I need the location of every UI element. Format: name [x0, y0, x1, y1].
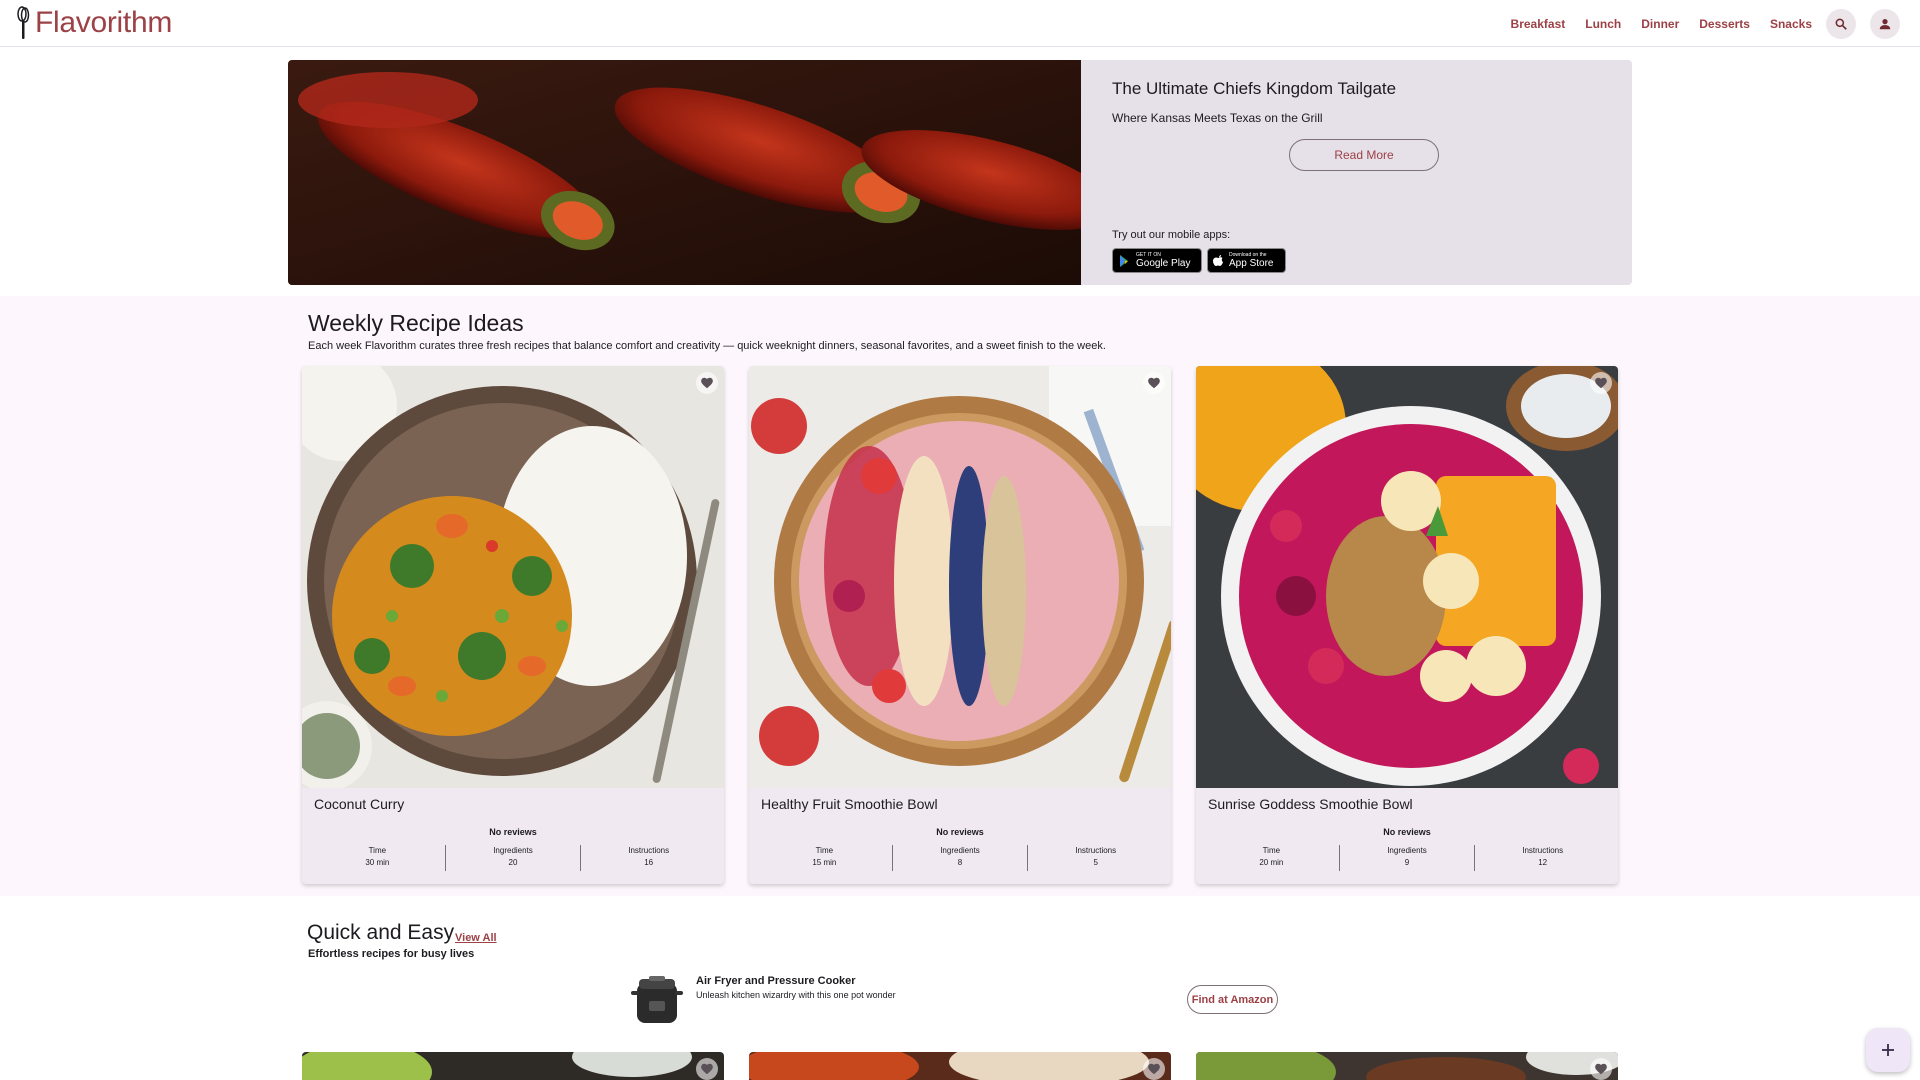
recipe-image[interactable] — [749, 1052, 1171, 1080]
favorite-button[interactable] — [696, 372, 718, 394]
heart-icon — [1595, 1063, 1607, 1075]
stat-value: 20 — [508, 858, 518, 867]
search-icon — [1835, 18, 1847, 30]
weekly-recipes-section: Weekly Recipe Ideas Each week Flavorithm… — [0, 296, 1920, 896]
stat-label: Time — [815, 846, 834, 855]
stat-time: Time 30 min — [310, 845, 445, 871]
whisk-logo-icon — [17, 6, 30, 39]
quick-easy-title: Quick and Easy — [307, 921, 455, 944]
app-store-text: App Store — [1229, 258, 1274, 269]
stat-ingredients: Ingredients 9 — [1338, 845, 1475, 871]
hero-subtitle: Where Kansas Meets Texas on the Grill — [1112, 111, 1323, 125]
recipe-name: Coconut Curry — [314, 796, 405, 812]
recipe-image[interactable] — [302, 366, 724, 788]
recipe-card[interactable]: Healthy Fruit Smoothie Bowl No reviews T… — [749, 366, 1171, 884]
recipe-reviews: No reviews — [1383, 827, 1431, 837]
stat-label: Instructions — [628, 846, 670, 855]
nav-lunch[interactable]: Lunch — [1585, 17, 1621, 31]
recipe-image[interactable] — [749, 366, 1171, 788]
promo-subtitle: Unleash kitchen wizardry with this one p… — [696, 990, 896, 1000]
google-play-text: Google Play — [1136, 258, 1191, 269]
hero-image[interactable] — [288, 60, 1081, 285]
heart-icon — [1595, 377, 1607, 389]
apple-icon — [1213, 254, 1223, 266]
recipe-image[interactable] — [1196, 1052, 1618, 1080]
nav-dinner[interactable]: Dinner — [1641, 17, 1679, 31]
recipe-card[interactable]: Coconut Curry No reviews Time 30 min Ingr… — [302, 366, 724, 884]
find-at-amazon-button[interactable]: Find at Amazon — [1187, 985, 1278, 1014]
stat-instructions: Instructions 16 — [580, 845, 716, 871]
add-recipe-fab[interactable] — [1866, 1028, 1910, 1072]
recipe-card[interactable] — [1196, 1052, 1618, 1080]
recipe-name: Sunrise Goddess Smoothie Bowl — [1208, 796, 1413, 812]
nav-snacks[interactable]: Snacks — [1770, 17, 1812, 31]
favorite-button[interactable] — [1143, 372, 1165, 394]
stat-label: Instructions — [1075, 846, 1117, 855]
account-button[interactable] — [1870, 8, 1900, 39]
account-icon — [1879, 18, 1891, 29]
stat-label: Time — [368, 846, 387, 855]
google-play-icon — [1120, 254, 1128, 267]
recipe-card[interactable]: Sunrise Goddess Smoothie Bowl No reviews… — [1196, 366, 1618, 884]
nav-breakfast[interactable]: Breakfast — [1511, 17, 1566, 31]
stat-value: 9 — [1404, 858, 1410, 867]
stat-instructions: Instructions 5 — [1027, 845, 1163, 871]
stat-label: Ingredients — [493, 846, 533, 855]
recipe-card[interactable] — [302, 1052, 724, 1080]
recipe-name: Healthy Fruit Smoothie Bowl — [761, 796, 938, 812]
recipe-image[interactable] — [302, 1052, 724, 1080]
stat-value: 5 — [1093, 858, 1098, 867]
app-store-badge[interactable]: Download on the App Store — [1207, 248, 1286, 273]
nav-desserts[interactable]: Desserts — [1699, 17, 1750, 31]
logo-text: Flavorithm — [35, 6, 173, 39]
weekly-title: Weekly Recipe Ideas — [308, 310, 524, 336]
recipe-stats: Time 20 min Ingredients 9 Instructions 12 — [1204, 845, 1610, 871]
recipe-stats: Time 15 min Ingredients 8 Instructions 5 — [757, 845, 1163, 871]
featured-hero: The Ultimate Chiefs Kingdom Tailgate Whe… — [288, 60, 1632, 285]
recipe-reviews: No reviews — [489, 827, 537, 837]
stat-value: 15 min — [812, 858, 837, 867]
stat-instructions: Instructions 12 — [1474, 845, 1610, 871]
hero-content: The Ultimate Chiefs Kingdom Tailgate Whe… — [1104, 60, 1632, 285]
quick-easy-subtitle: Effortless recipes for busy lives — [308, 948, 475, 960]
top-app-bar: Flavorithm Breakfast Lunch Dinner Desser… — [0, 0, 1920, 47]
stat-ingredients: Ingredients 20 — [444, 845, 581, 871]
stat-ingredients: Ingredients 8 — [891, 845, 1028, 871]
stat-label: Ingredients — [940, 846, 980, 855]
recipe-stats: Time 30 min Ingredients 20 Instructions 16 — [310, 845, 716, 871]
heart-icon — [1148, 377, 1160, 389]
logo[interactable]: Flavorithm — [16, 6, 172, 40]
favorite-button[interactable] — [696, 1058, 718, 1080]
read-more-button[interactable]: Read More — [1289, 139, 1439, 171]
hero-title: The Ultimate Chiefs Kingdom Tailgate — [1112, 79, 1397, 98]
heart-icon — [1148, 1063, 1160, 1075]
mobile-apps-label: Try out our mobile apps: — [1112, 229, 1231, 241]
stat-time: Time 15 min — [757, 845, 892, 871]
recipe-reviews: No reviews — [936, 827, 984, 837]
promo-title: Air Fryer and Pressure Cooker — [696, 975, 856, 987]
stat-label: Time — [1262, 846, 1281, 855]
recipe-image[interactable] — [1196, 366, 1618, 788]
favorite-button[interactable] — [1590, 372, 1612, 394]
stat-time: Time 20 min — [1204, 845, 1339, 871]
stat-label: Ingredients — [1387, 846, 1427, 855]
search-button[interactable] — [1826, 8, 1856, 39]
favorite-button[interactable] — [1590, 1058, 1612, 1080]
main-nav: Breakfast Lunch Dinner Desserts Snacks — [1511, 8, 1900, 39]
heart-icon — [701, 377, 713, 389]
weekly-description: Each week Flavorithm curates three fresh… — [308, 340, 1106, 352]
stat-value: 30 min — [365, 858, 390, 867]
view-all-link[interactable]: View All — [455, 932, 497, 944]
pressure-cooker-image[interactable] — [629, 975, 685, 1027]
google-play-badge[interactable]: GET IT ON Google Play — [1112, 248, 1202, 273]
plus-icon — [1882, 1044, 1894, 1056]
stat-value: 8 — [957, 858, 963, 867]
stat-value: 16 — [644, 858, 654, 867]
favorite-button[interactable] — [1143, 1058, 1165, 1080]
heart-icon — [701, 1063, 713, 1075]
stat-value: 20 min — [1259, 858, 1284, 867]
stat-value: 12 — [1538, 858, 1548, 867]
recipe-card[interactable] — [749, 1052, 1171, 1080]
stat-label: Instructions — [1522, 846, 1564, 855]
